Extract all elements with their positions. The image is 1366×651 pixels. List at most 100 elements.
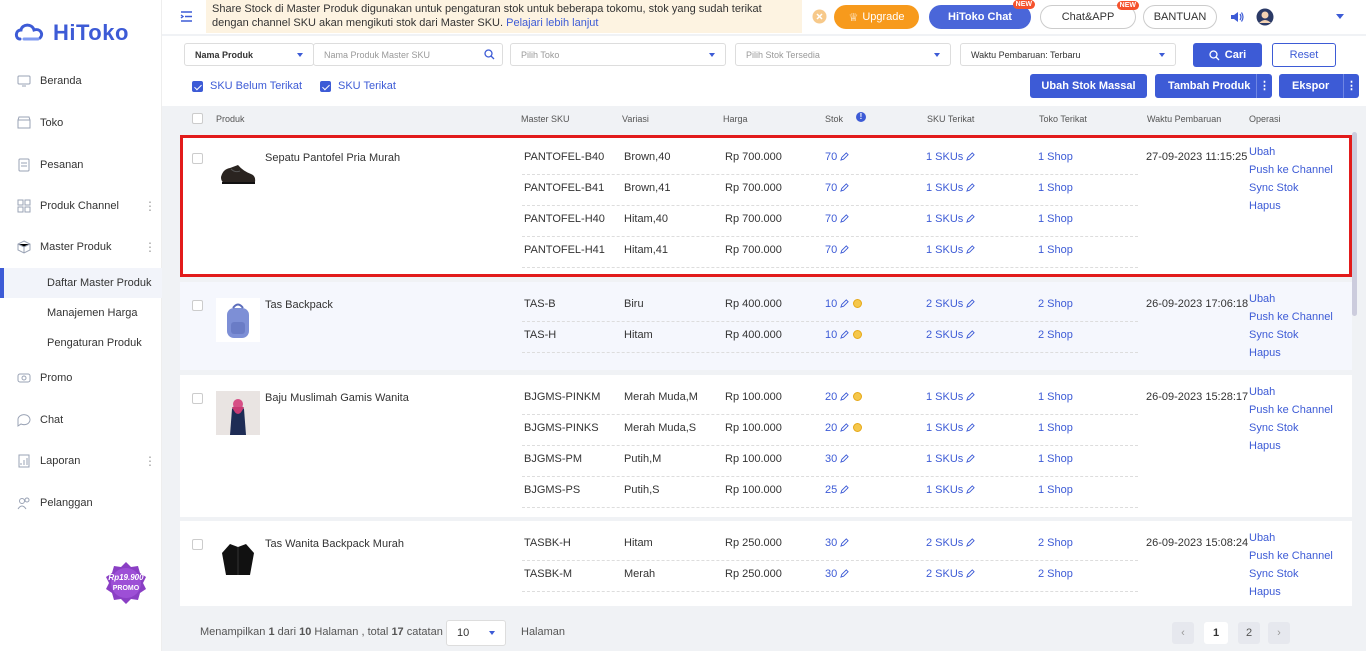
product-checkbox[interactable] [192, 300, 203, 311]
bantuan-button[interactable]: BANTUAN [1143, 5, 1217, 29]
account-chevron-down-icon[interactable] [1336, 14, 1344, 20]
toko-select[interactable]: Pilih Toko [510, 43, 726, 66]
sku-terikat-cell[interactable]: 2 SKUs [926, 537, 976, 549]
search-icon[interactable] [484, 49, 495, 60]
edit-icon[interactable] [840, 392, 849, 401]
logo[interactable]: HiToko [14, 20, 129, 46]
edit-icon[interactable] [966, 245, 976, 254]
op-sync-stok-link[interactable]: Sync Stok [1249, 565, 1299, 583]
menu-collapse-icon[interactable] [180, 10, 193, 23]
sku-terikat-cell[interactable]: 1 SKUs [926, 453, 976, 465]
toko-terikat-link[interactable]: 1 Shop [1038, 453, 1073, 465]
upgrade-button[interactable]: ♕ Upgrade [834, 5, 919, 29]
edit-icon[interactable] [840, 569, 849, 578]
page-size-select[interactable]: 10 [446, 620, 506, 646]
stock-cell[interactable]: 10 [825, 329, 863, 341]
edit-icon[interactable] [966, 454, 976, 463]
sidebar-subitem-manajemen-harga[interactable]: Manajemen Harga [0, 298, 162, 328]
stock-cell[interactable]: 10 [825, 298, 863, 310]
edit-icon[interactable] [966, 538, 976, 547]
product-name[interactable]: Tas Wanita Backpack Murah [265, 538, 404, 550]
edit-icon[interactable] [840, 214, 849, 223]
sku-belum-checkbox[interactable]: SKU Belum Terikat [192, 80, 302, 92]
next-page-button[interactable]: › [1268, 622, 1290, 644]
stock-cell[interactable]: 30 [825, 453, 849, 465]
stock-cell[interactable]: 30 [825, 537, 849, 549]
sku-terikat-cell[interactable]: 1 SKUs [926, 182, 976, 194]
edit-icon[interactable] [840, 485, 849, 494]
toko-terikat-link[interactable]: 1 Shop [1038, 213, 1073, 225]
edit-icon[interactable] [840, 330, 849, 339]
prev-page-button[interactable]: ‹ [1172, 622, 1194, 644]
product-thumbnail[interactable] [216, 391, 260, 435]
sidebar-item-laporan[interactable]: Laporan ⋮ [0, 447, 162, 475]
search-field-select[interactable]: Nama Produk [184, 43, 314, 66]
sidebar-subitem-daftar-master-produk[interactable]: Daftar Master Produk [0, 268, 162, 298]
sku-terikat-cell[interactable]: 2 SKUs [926, 298, 976, 310]
op-sync-stok-link[interactable]: Sync Stok [1249, 326, 1299, 344]
edit-icon[interactable] [840, 423, 849, 432]
page-1-button[interactable]: 1 [1204, 622, 1228, 644]
stock-cell[interactable]: 70 [825, 244, 849, 256]
stock-cell[interactable]: 70 [825, 182, 849, 194]
more-options-icon[interactable]: ⋮ [1343, 74, 1359, 98]
sidebar-item-beranda[interactable]: Beranda [0, 67, 162, 95]
edit-icon[interactable] [966, 183, 976, 192]
edit-icon[interactable] [840, 183, 849, 192]
product-checkbox[interactable] [192, 153, 203, 164]
toko-terikat-link[interactable]: 1 Shop [1038, 422, 1073, 434]
toko-terikat-link[interactable]: 1 Shop [1038, 391, 1073, 403]
stock-cell[interactable]: 30 [825, 568, 849, 580]
toko-terikat-link[interactable]: 2 Shop [1038, 329, 1073, 341]
product-name[interactable]: Sepatu Pantofel Pria Murah [265, 152, 400, 164]
edit-icon[interactable] [966, 392, 976, 401]
stock-cell[interactable]: 70 [825, 213, 849, 225]
sidebar-item-pelanggan[interactable]: Pelanggan [0, 489, 162, 517]
edit-icon[interactable] [966, 569, 976, 578]
sidebar-subitem-pengaturan-produk[interactable]: Pengaturan Produk [0, 328, 162, 358]
toko-terikat-link[interactable]: 2 Shop [1038, 298, 1073, 310]
sidebar-item-chat[interactable]: Chat [0, 406, 162, 434]
scrollbar[interactable] [1352, 132, 1357, 316]
more-options-icon[interactable]: ⋮ [144, 455, 156, 467]
toko-terikat-link[interactable]: 1 Shop [1038, 244, 1073, 256]
op-hapus-link[interactable]: Hapus [1249, 344, 1281, 362]
op-hapus-link[interactable]: Hapus [1249, 437, 1281, 455]
page-2-button[interactable]: 2 [1238, 622, 1260, 644]
edit-icon[interactable] [966, 330, 976, 339]
sku-terikat-cell[interactable]: 2 SKUs [926, 568, 976, 580]
op-ubah-link[interactable]: Ubah [1249, 290, 1275, 308]
edit-icon[interactable] [966, 152, 976, 161]
sku-terikat-cell[interactable]: 1 SKUs [926, 244, 976, 256]
product-checkbox[interactable] [192, 393, 203, 404]
edit-icon[interactable] [840, 454, 849, 463]
sidebar-item-pesanan[interactable]: Pesanan [0, 151, 162, 179]
sort-select[interactable]: Waktu Pembaruan: Terbaru [960, 43, 1176, 66]
sku-terikat-cell[interactable]: 1 SKUs [926, 151, 976, 163]
op-sync-stok-link[interactable]: Sync Stok [1249, 419, 1299, 437]
edit-icon[interactable] [966, 485, 976, 494]
tambah-produk-button[interactable]: Tambah Produk ⋮ [1155, 74, 1272, 98]
product-checkbox[interactable] [192, 539, 203, 550]
sku-terikat-cell[interactable]: 1 SKUs [926, 391, 976, 403]
edit-icon[interactable] [840, 245, 849, 254]
product-name[interactable]: Tas Backpack [265, 299, 333, 311]
ubah-stok-massal-button[interactable]: Ubah Stok Massal [1030, 74, 1147, 98]
toko-terikat-link[interactable]: 2 Shop [1038, 537, 1073, 549]
sidebar-item-promo[interactable]: Promo [0, 364, 162, 392]
toko-terikat-link[interactable]: 1 Shop [1038, 151, 1073, 163]
sku-terikat-cell[interactable]: 2 SKUs [926, 329, 976, 341]
op-ubah-link[interactable]: Ubah [1249, 529, 1275, 547]
op-ubah-link[interactable]: Ubah [1249, 383, 1275, 401]
cari-button[interactable]: Cari [1193, 43, 1262, 67]
edit-icon[interactable] [966, 423, 976, 432]
sku-terikat-cell[interactable]: 1 SKUs [926, 422, 976, 434]
hitoko-chat-button[interactable]: HiToko Chat NEW [929, 0, 1035, 29]
product-thumbnail[interactable] [216, 151, 260, 195]
close-notice-icon[interactable] [812, 9, 827, 24]
op-push-ke-channel-link[interactable]: Push ke Channel [1249, 401, 1333, 419]
op-sync-stok-link[interactable]: Sync Stok [1249, 179, 1299, 197]
toko-terikat-link[interactable]: 2 Shop [1038, 568, 1073, 580]
avatar[interactable] [1256, 8, 1274, 26]
op-push-ke-channel-link[interactable]: Push ke Channel [1249, 547, 1333, 565]
